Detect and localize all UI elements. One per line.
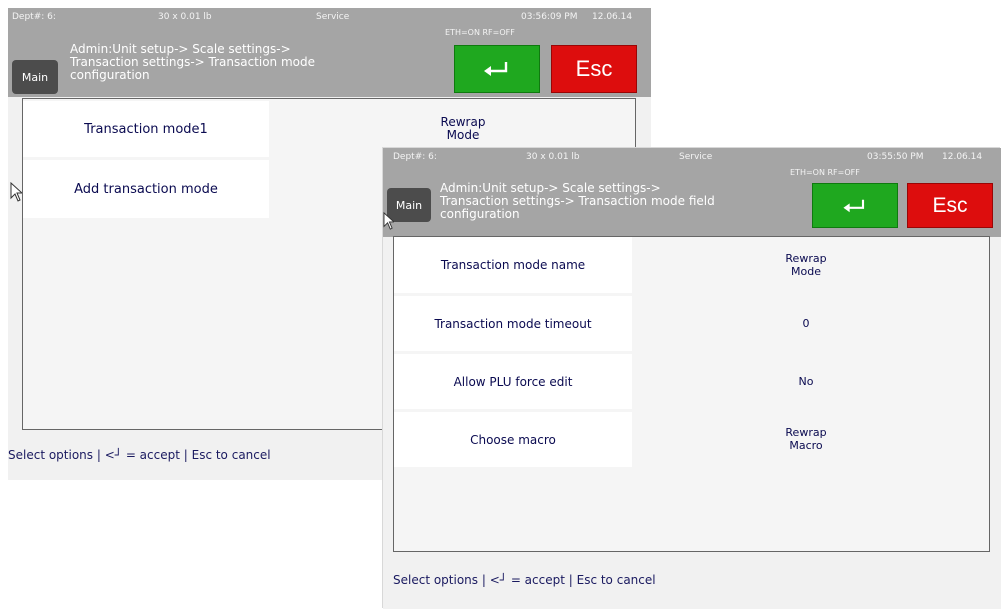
dept-indicator: Dept#: 6: — [393, 152, 437, 162]
accept-button[interactable] — [812, 183, 898, 228]
mode-indicator: Service — [316, 12, 350, 22]
network-status: ETH=ON RF=OFF — [790, 168, 860, 177]
header-bar: Main Admin:Unit setup-> Scale settings->… — [8, 43, 651, 97]
breadcrumb: Admin:Unit setup-> Scale settings-> Tran… — [440, 181, 715, 221]
main-button[interactable]: Main — [12, 60, 58, 94]
transaction-mode-timeout-value: 0 — [802, 316, 810, 330]
add-transaction-mode-button[interactable]: Add transaction mode — [23, 160, 269, 218]
date: 12.06.14 — [942, 152, 983, 162]
clock: 03:55:50 PM — [867, 152, 924, 162]
allow-plu-force-edit-value: No — [798, 374, 814, 388]
mode-indicator: Service — [679, 152, 713, 162]
network-status: ETH=ON RF=OFF — [445, 28, 515, 37]
fields-panel: Transaction mode name Rewrap Mode Transa… — [393, 236, 990, 552]
transaction-mode-name-value: Rewrap Mode — [785, 252, 827, 278]
field-transaction-mode-name[interactable]: Transaction mode name — [394, 237, 632, 293]
field-choose-macro[interactable]: Choose macro — [394, 412, 632, 467]
transaction-mode1-value: Rewrap Mode — [440, 115, 486, 142]
field-transaction-mode-timeout[interactable]: Transaction mode timeout — [394, 296, 632, 351]
dept-indicator: Dept#: 6: — [12, 12, 56, 22]
weight-indicator: 30 x 0.01 lb — [158, 12, 212, 22]
mouse-pointer-icon — [383, 212, 394, 230]
enter-return-icon: ┘ — [114, 448, 122, 462]
transaction-mode-field-config-window: Dept#: 6: 30 x 0.01 lb Service 03:55:50 … — [383, 148, 1001, 609]
mouse-pointer-icon — [10, 182, 22, 202]
date: 12.06.14 — [592, 12, 633, 22]
esc-button[interactable]: Esc — [551, 45, 637, 93]
header-bar: Main Admin:Unit setup-> Scale settings->… — [383, 182, 1001, 237]
field-allow-plu-force-edit[interactable]: Allow PLU force edit — [394, 354, 632, 409]
breadcrumb: Admin:Unit setup-> Scale settings-> Tran… — [70, 42, 316, 82]
enter-return-icon: ┘ — [499, 573, 507, 587]
enter-return-icon — [843, 199, 865, 212]
footer-hint: Select options | <┘ = accept | Esc to ca… — [8, 448, 271, 462]
accept-button[interactable] — [454, 45, 540, 93]
choose-macro-value: Rewrap Macro — [785, 426, 827, 452]
clock: 03:56:09 PM — [521, 12, 578, 22]
esc-button[interactable]: Esc — [907, 183, 993, 228]
weight-indicator: 30 x 0.01 lb — [526, 152, 580, 162]
footer-hint: Select options | <┘ = accept | Esc to ca… — [393, 573, 656, 587]
enter-return-icon — [484, 62, 508, 76]
list-item-transaction-mode1[interactable]: Transaction mode1 — [23, 101, 269, 157]
